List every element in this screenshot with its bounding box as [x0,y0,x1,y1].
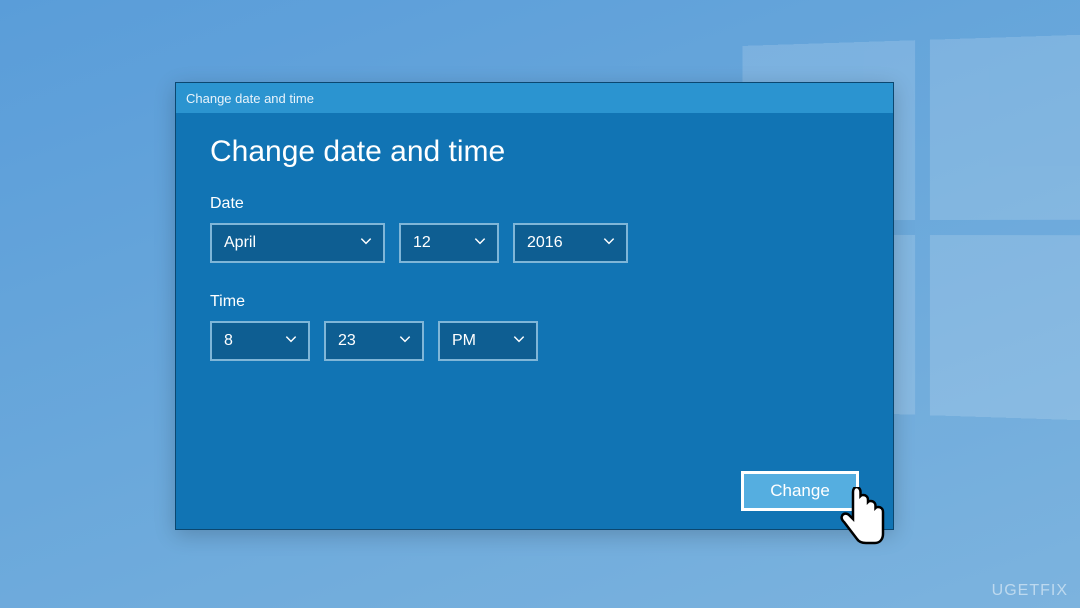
year-value: 2016 [527,234,563,252]
change-button-label: Change [770,481,830,501]
change-button[interactable]: Change [741,471,859,511]
chevron-down-icon [512,332,526,351]
date-label: Date [210,195,859,213]
chevron-down-icon [398,332,412,351]
month-select[interactable]: April [210,223,385,263]
hour-value: 8 [224,332,233,350]
dialog-footer: Change [210,471,859,511]
chevron-down-icon [359,234,373,253]
time-label: Time [210,293,859,311]
watermark-text: UGETFIX [992,582,1068,600]
chevron-down-icon [473,234,487,253]
date-row: April 12 2016 [210,223,859,263]
dialog-heading: Change date and time [210,135,859,169]
date-time-dialog: Change date and time Change date and tim… [175,82,894,530]
hour-select[interactable]: 8 [210,321,310,361]
month-value: April [224,234,256,252]
dialog-titlebar[interactable]: Change date and time [176,83,893,113]
minute-select[interactable]: 23 [324,321,424,361]
titlebar-text: Change date and time [186,91,314,106]
time-row: 8 23 PM [210,321,859,361]
ampm-select[interactable]: PM [438,321,538,361]
day-value: 12 [413,234,431,252]
chevron-down-icon [602,234,616,253]
chevron-down-icon [284,332,298,351]
ampm-value: PM [452,332,476,350]
minute-value: 23 [338,332,356,350]
day-select[interactable]: 12 [399,223,499,263]
year-select[interactable]: 2016 [513,223,628,263]
dialog-content: Change date and time Date April 12 2016 [176,113,893,529]
